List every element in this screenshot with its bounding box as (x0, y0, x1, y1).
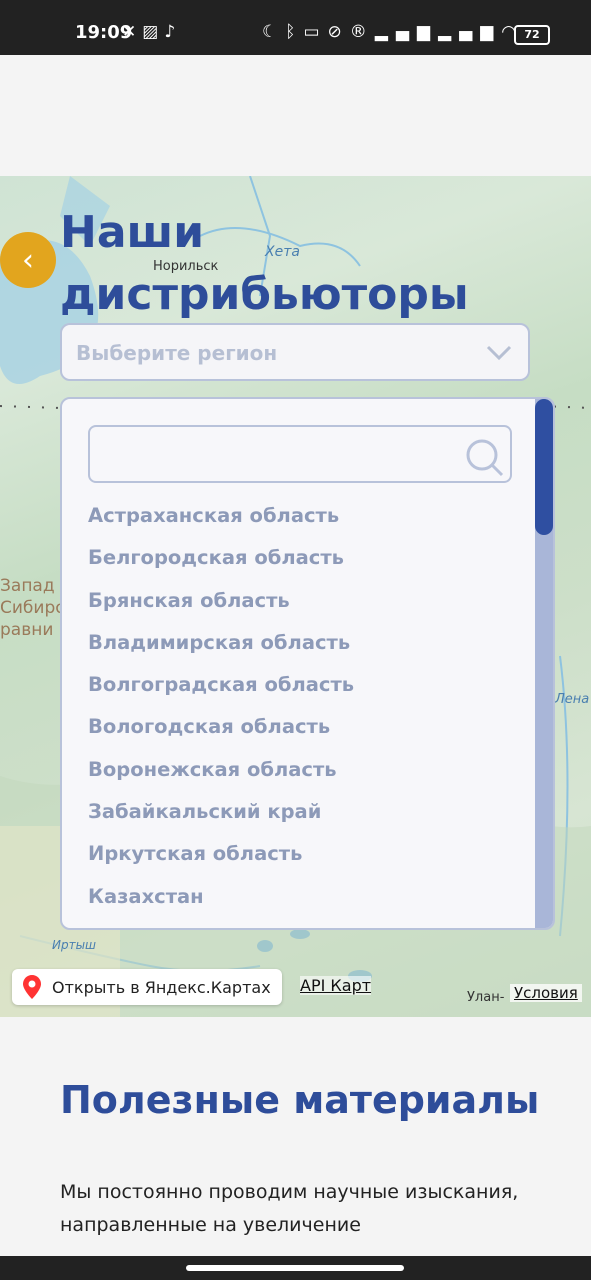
open-yandex-maps-button[interactable]: Открыть в Яндекс.Картах (12, 969, 282, 1005)
region-option[interactable]: Белгородская область (88, 537, 354, 579)
region-list: Астраханская область Белгородская област… (88, 495, 354, 918)
section-text: Мы постоянно проводим научные изыскания,… (60, 1181, 519, 1236)
api-maps-link[interactable]: API Карт (300, 976, 372, 995)
map-label: Запад (0, 576, 55, 596)
map-label: Иртыш (52, 938, 97, 952)
region-option[interactable]: Волгоградская область (88, 664, 354, 706)
back-button[interactable]: ‹ (0, 232, 56, 288)
mute-icon: ⊘ (327, 22, 350, 42)
navigation-bar (0, 1256, 591, 1280)
region-option[interactable]: Вологодская область (88, 706, 354, 748)
region-option[interactable]: Казахстан (88, 876, 354, 918)
moon-icon: ☾ (262, 22, 286, 42)
section-title: Полезные материалы (60, 1078, 540, 1122)
system-icons: ☾ᛒ▭⊘®▂▄▆▂▄▆◠ (262, 22, 524, 42)
map-label: Сибиро (0, 598, 66, 618)
open-yandex-maps-label: Открыть в Яндекс.Картах (52, 977, 271, 997)
region-option[interactable]: Брянская область (88, 580, 354, 622)
page-title-line: дистрибьюторы (60, 269, 469, 320)
tiktok-icon: ♪ (164, 22, 182, 42)
region-dropdown[interactable]: Астраханская область Белгородская област… (60, 397, 555, 930)
region-option[interactable]: Иркутская область (88, 833, 354, 875)
map-label: равни (0, 620, 54, 640)
scrollbar-thumb[interactable] (535, 399, 553, 535)
bluetooth-icon: ᛒ (285, 22, 304, 42)
search-icon (466, 439, 504, 477)
page-title: Наши дистрибьюторы (60, 202, 540, 326)
x-icon: ✕ (122, 22, 143, 42)
map-label: Улан- (467, 990, 505, 1005)
region-option[interactable]: Астраханская область (88, 495, 354, 537)
status-bar: 19:09 ✕▨♪ ☾ᛒ▭⊘®▂▄▆▂▄▆◠ 72 (0, 0, 591, 55)
region-option[interactable]: Владимирская область (88, 622, 354, 664)
signal-icon: ▂▄▆ (374, 22, 438, 42)
chevron-down-icon (484, 337, 514, 374)
map-label: Лена (555, 692, 590, 707)
page-title-line: Наши (60, 207, 205, 258)
signal-icon: ▂▄▆ (438, 22, 502, 42)
region-search-input[interactable] (88, 425, 512, 483)
vibrate-icon: ▭ (303, 22, 328, 42)
region-select[interactable]: Выберите регион (60, 323, 530, 381)
chevron-left-icon: ‹ (22, 242, 34, 278)
region-option[interactable]: Забайкальский край (88, 791, 354, 833)
terms-link[interactable]: Условия (510, 984, 582, 1002)
map-pin-icon (12, 975, 52, 999)
battery-icon: 72 (514, 25, 550, 45)
region-option[interactable]: Воронежская область (88, 749, 354, 791)
gallery-icon: ▨ (142, 22, 165, 42)
home-indicator[interactable] (186, 1265, 404, 1271)
region-select-placeholder: Выберите регион (76, 341, 278, 365)
notification-icons: ✕▨♪ (122, 22, 181, 42)
dropdown-scrollbar[interactable] (535, 399, 553, 928)
r-icon: ® (349, 22, 375, 42)
